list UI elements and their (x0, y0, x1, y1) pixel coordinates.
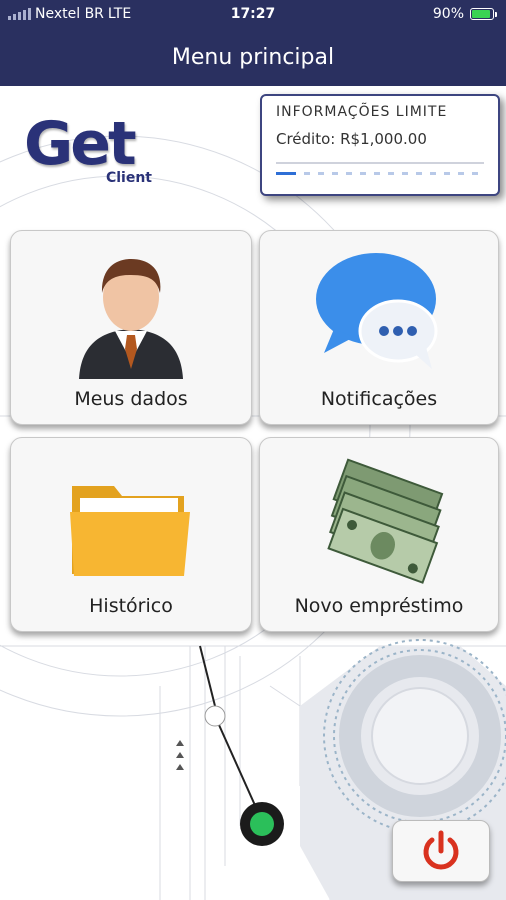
limit-title: INFORMAÇÕES LIMITE (276, 104, 448, 120)
status-bar-right: 90% (432, 6, 497, 22)
notificacoes-button[interactable]: Notificações (259, 230, 499, 425)
page-title: Menu principal (171, 45, 335, 70)
logo-main-text: Get (24, 109, 137, 179)
chat-bubble-icon (316, 253, 438, 369)
notificacoes-label: Notificações (320, 388, 438, 410)
get-client-logo: Get Client (24, 110, 164, 190)
novo-emprestimo-label: Novo empréstimo (294, 595, 464, 617)
folder-icon (70, 486, 190, 576)
clock: 17:27 (230, 6, 276, 22)
limit-divider (276, 162, 484, 164)
money-stack-icon (327, 458, 444, 584)
limit-progress (276, 172, 484, 175)
status-bar: Nextel BR LTE 17:27 90% (0, 0, 506, 30)
battery-icon (470, 8, 497, 20)
logo-sub-text: Client (105, 170, 152, 186)
historico-button[interactable]: Histórico (10, 437, 252, 632)
battery-percent: 90% (432, 6, 464, 22)
logout-button[interactable] (392, 820, 490, 882)
user-profile-icon (79, 259, 183, 379)
meus-dados-button[interactable]: Meus dados (10, 230, 252, 425)
limit-info-card: INFORMAÇÕES LIMITE Crédito: R$1,000.00 (260, 94, 500, 196)
meus-dados-label: Meus dados (74, 388, 188, 410)
nav-bar: Menu principal (0, 30, 506, 86)
historico-label: Histórico (89, 595, 173, 617)
credit-value: Crédito: R$1,000.00 (276, 130, 427, 148)
novo-emprestimo-button[interactable]: Novo empréstimo (259, 437, 499, 632)
power-icon (423, 830, 459, 870)
